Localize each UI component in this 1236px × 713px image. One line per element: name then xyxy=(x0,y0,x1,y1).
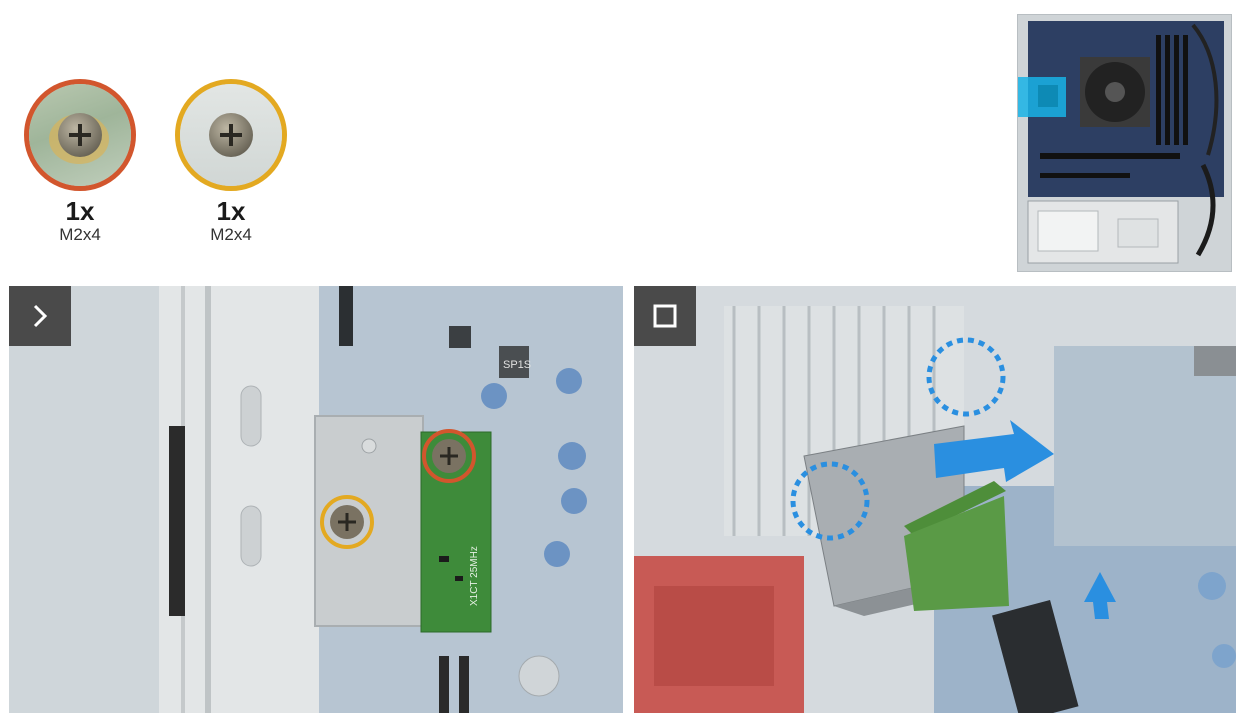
screw-size: M2x4 xyxy=(59,225,101,244)
chevron-right-icon xyxy=(33,304,48,328)
screw-legend-orange: 1x M2x4 xyxy=(20,79,140,245)
inductor-label: SP1S xyxy=(503,359,531,371)
screw-head-icon xyxy=(58,113,102,157)
step-1-image: X1CT 25MHz SP1S xyxy=(9,286,623,713)
screw-count: 1x xyxy=(65,196,95,226)
step-2-badge xyxy=(634,286,696,346)
stop-square-icon xyxy=(653,304,677,328)
screw-size: M2x4 xyxy=(210,225,252,244)
step-2-image xyxy=(634,286,1236,713)
step-1-badge xyxy=(9,286,71,346)
screw-head-icon xyxy=(209,113,253,157)
screw-orange-ring-icon xyxy=(24,79,136,191)
screw-yellow-ring-icon xyxy=(175,79,287,191)
screw-count: 1x xyxy=(216,196,246,226)
system-overview-image xyxy=(1017,14,1232,272)
pcb-board-code: X1CT 25MHz xyxy=(469,546,480,606)
screw-legend-yellow: 1x M2x4 xyxy=(171,79,291,245)
